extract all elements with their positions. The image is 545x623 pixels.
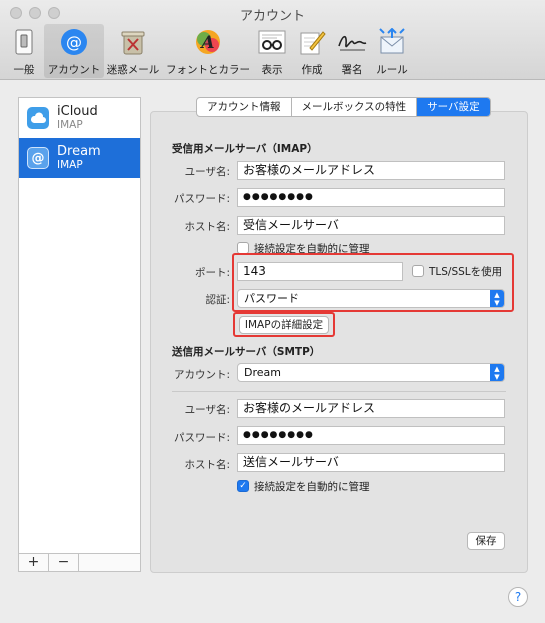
account-item-dream[interactable]: @ Dream IMAP xyxy=(19,138,140,178)
accounts-list: iCloud IMAP @ Dream IMAP + − xyxy=(18,97,141,572)
at-sign-icon: @ xyxy=(27,147,49,169)
incoming-username-label: ユーザ名: xyxy=(184,166,230,178)
svg-text:A: A xyxy=(199,33,214,53)
preferences-window: アカウント 一般 @ アカウント 迷惑メール A フォントとカラー 表示 作成 … xyxy=(0,0,545,623)
outgoing-username-label: ユーザ名: xyxy=(184,404,230,416)
settings-tabs: アカウント情報 メールボックスの特性 サーバ設定 xyxy=(196,97,491,117)
toolbar-junk-mail[interactable]: 迷惑メール xyxy=(105,24,161,78)
toolbar-accounts[interactable]: @ アカウント xyxy=(44,24,104,78)
smtp-account-value: Dream xyxy=(244,366,281,379)
incoming-host-label: ホスト名: xyxy=(184,221,230,233)
outgoing-host-field[interactable]: 送信メールサーバ xyxy=(237,453,505,472)
svg-text:@: @ xyxy=(66,33,82,52)
cloud-icon xyxy=(27,107,49,129)
outgoing-auto-manage-checkbox[interactable]: ✓ xyxy=(237,480,249,492)
toolbar-rules[interactable]: ルール xyxy=(373,24,411,78)
account-item-icloud[interactable]: iCloud IMAP xyxy=(19,98,140,138)
at-sign-icon: @ xyxy=(59,28,89,56)
font-color-icon: A xyxy=(193,28,223,56)
outgoing-username-field[interactable]: お客様のメールアドレス xyxy=(237,399,505,418)
toolbar-viewing[interactable]: 表示 xyxy=(254,24,290,78)
outgoing-password-label: パスワード: xyxy=(173,432,230,444)
tab-account-info[interactable]: アカウント情報 xyxy=(197,98,292,116)
server-settings-panel xyxy=(150,111,528,573)
toolbar-fonts-colors[interactable]: A フォントとカラー xyxy=(166,24,250,78)
outgoing-password-field[interactable]: ●●●●●●●● xyxy=(237,426,505,445)
incoming-section-title: 受信用メールサーバ（IMAP） xyxy=(172,143,318,155)
smtp-account-label: アカウント: xyxy=(173,369,230,381)
outgoing-auto-manage-label: 接続設定を自動的に管理 xyxy=(254,481,370,493)
toolbar: アカウント 一般 @ アカウント 迷惑メール A フォントとカラー 表示 作成 … xyxy=(0,0,545,80)
toolbar-signatures[interactable]: 署名 xyxy=(334,24,370,78)
section-divider xyxy=(172,391,506,392)
switch-icon xyxy=(9,28,39,56)
outgoing-section-title: 送信用メールサーバ（SMTP） xyxy=(172,346,321,358)
help-button[interactable]: ? xyxy=(508,587,528,607)
window-title: アカウント xyxy=(239,9,305,24)
incoming-username-field[interactable]: お客様のメールアドレス xyxy=(237,161,505,180)
rules-icon xyxy=(377,28,407,56)
auth-label: 認証: xyxy=(205,294,230,306)
outgoing-host-label: ホスト名: xyxy=(184,459,230,471)
save-button[interactable]: 保存 xyxy=(467,532,505,550)
smtp-account-select[interactable]: Dream ▲ ▼ xyxy=(237,363,505,382)
remove-account-button[interactable]: − xyxy=(49,554,79,571)
compose-icon xyxy=(297,28,327,56)
highlight-box-advanced xyxy=(233,312,335,337)
trash-bin-icon xyxy=(118,28,148,56)
toolbar-general[interactable]: 一般 xyxy=(6,24,42,78)
toolbar-composing[interactable]: 作成 xyxy=(294,24,330,78)
tab-server-settings[interactable]: サーバ設定 xyxy=(417,98,490,116)
glasses-icon xyxy=(257,28,287,56)
accounts-list-footer: + − xyxy=(19,553,140,571)
incoming-password-field[interactable]: ●●●●●●●● xyxy=(237,188,505,207)
tab-mailbox-behaviors[interactable]: メールボックスの特性 xyxy=(292,98,418,116)
chevron-updown-icon: ▲ ▼ xyxy=(490,364,504,381)
port-label: ポート: xyxy=(194,267,230,279)
highlight-box-port-auth xyxy=(232,253,514,312)
incoming-host-field[interactable]: 受信メールサーバ xyxy=(237,216,505,235)
signature-icon xyxy=(337,28,367,56)
add-account-button[interactable]: + xyxy=(19,554,49,571)
incoming-password-label: パスワード: xyxy=(173,193,230,205)
